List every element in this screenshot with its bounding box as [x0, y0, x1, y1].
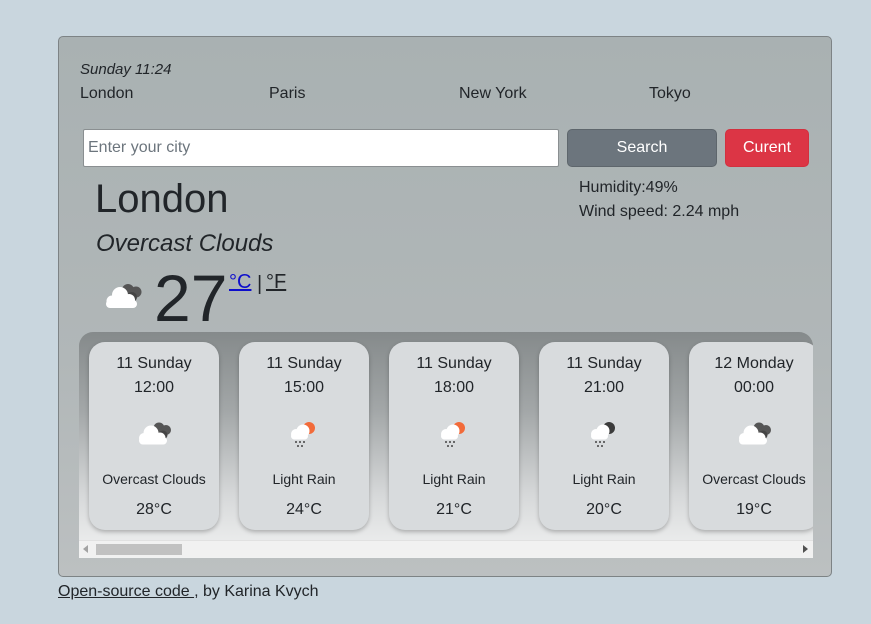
forecast-description: Light Rain — [272, 471, 336, 487]
forecast-time: 21:00 — [583, 379, 625, 396]
overcast-clouds-icon — [739, 422, 771, 445]
city-link-new-york[interactable]: New York — [459, 85, 527, 103]
city-search-input[interactable] — [83, 129, 559, 167]
footer: Open-source code , by Karina Kvych — [58, 583, 319, 601]
city-name: London — [95, 177, 229, 221]
city-link-london[interactable]: London — [80, 85, 133, 103]
forecast-temperature: 28°C — [136, 501, 172, 518]
wind-speed-text: Wind speed: 2.24 mph — [579, 203, 740, 220]
unit-separator: | — [257, 273, 263, 295]
forecast-time: 15:00 — [283, 379, 325, 396]
forecast-horizontal-scrollbar[interactable] — [79, 540, 813, 557]
forecast-temperature: 20°C — [586, 501, 622, 518]
scroll-right-arrow-icon[interactable] — [803, 545, 808, 553]
forecast-time: 00:00 — [733, 379, 775, 396]
forecast-day: 11 Sunday — [416, 355, 492, 372]
city-link-paris[interactable]: Paris — [269, 85, 305, 103]
forecast-description: Light Rain — [572, 471, 636, 487]
forecast-card: 12 Monday 00:00 Overcast Clouds 19°C — [689, 342, 813, 530]
current-temperature: 27 — [154, 261, 228, 335]
open-source-code-link[interactable]: Open-source code — [58, 583, 194, 600]
forecast-time: 12:00 — [133, 379, 175, 396]
forecast-day: 12 Monday — [714, 355, 794, 372]
light-rain-night-icon — [591, 422, 615, 447]
forecast-day: 11 Sunday — [116, 355, 192, 372]
current-location-button[interactable]: Curent — [725, 129, 809, 167]
forecast-temperature: 21°C — [436, 501, 472, 518]
forecast-time: 18:00 — [433, 379, 475, 396]
forecast-strip: 11 Sunday 12:00 Overcast Clouds 28°C 11 … — [79, 332, 813, 558]
forecast-temperature: 19°C — [736, 501, 772, 518]
humidity-text: Humidity:49% — [579, 179, 678, 196]
celsius-link[interactable]: °C — [229, 271, 251, 294]
forecast-card: 11 Sunday 12:00 Overcast Clouds 28°C — [89, 342, 219, 530]
forecast-description: Overcast Clouds — [702, 471, 806, 487]
forecast-description: Overcast Clouds — [102, 471, 206, 487]
fahrenheit-link[interactable]: °F — [266, 271, 286, 294]
weather-app-card: Sunday 11:24 London Paris New York Tokyo… — [58, 36, 832, 577]
forecast-day: 11 Sunday — [566, 355, 642, 372]
footer-author-text: , by Karina Kvych — [194, 583, 319, 600]
forecast-temperature: 24°C — [286, 501, 322, 518]
city-link-tokyo[interactable]: Tokyo — [649, 85, 691, 103]
overcast-clouds-icon — [139, 422, 171, 445]
scrollbar-thumb[interactable] — [96, 544, 182, 555]
forecast-description: Light Rain — [422, 471, 486, 487]
forecast-day: 11 Sunday — [266, 355, 342, 372]
forecast-card: 11 Sunday 18:00 Light Rain 21°C — [389, 342, 519, 530]
forecast-card: 11 Sunday 15:00 Light Rain 24°C — [239, 342, 369, 530]
overcast-clouds-icon — [106, 284, 142, 308]
scroll-left-arrow-icon[interactable] — [83, 545, 88, 553]
current-date: Sunday 11:24 — [80, 61, 172, 78]
light-rain-day-icon — [291, 422, 315, 447]
search-button[interactable]: Search — [567, 129, 717, 167]
light-rain-day-icon — [441, 422, 465, 447]
weather-description: Overcast Clouds — [96, 230, 274, 257]
forecast-card: 11 Sunday 21:00 Light Rain 20°C — [539, 342, 669, 530]
